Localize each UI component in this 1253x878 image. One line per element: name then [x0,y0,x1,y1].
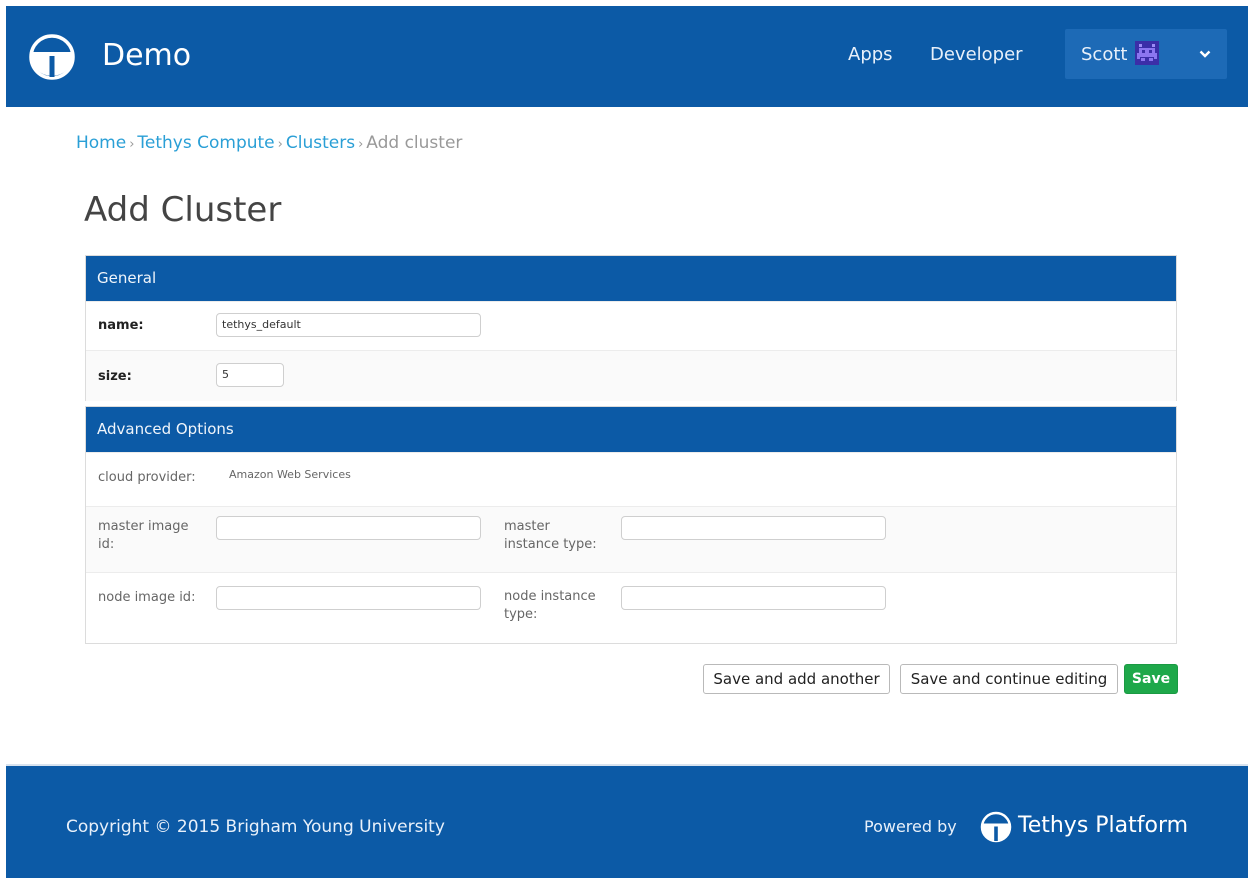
master-row: master image id: master instance type: [86,506,1176,572]
node-row: node image id: node instance type: [86,572,1176,643]
general-heading: General [86,256,1176,301]
master-image-id-label-line-2: id: [98,537,115,552]
save-and-add-another-button[interactable]: Save and add another [703,664,890,694]
node-image-id-input[interactable] [216,586,481,610]
node-instance-type-label-line-2: type: [504,607,538,622]
master-instance-type-input[interactable] [621,516,886,540]
save-and-continue-editing-button[interactable]: Save and continue editing [900,664,1118,694]
breadcrumb: Home › Tethys Compute › Clusters › Add cluster [76,133,462,155]
space-invader-avatar-icon [1135,41,1159,65]
size-label: size: [98,369,132,384]
app-title[interactable]: Demo [102,36,191,76]
tethys-platform-link[interactable]: Tethys Platform [1018,812,1188,840]
size-input[interactable]: 5 [216,363,284,387]
powered-by-text: Powered by [864,817,957,836]
master-instance-type-label: master instance type: [504,518,597,554]
advanced-options-fieldset: Advanced Options cloud provider: Amazon … [85,406,1177,644]
advanced-options-heading[interactable]: Advanced Options [86,407,1176,452]
master-image-id-label: master image id: [98,518,188,554]
master-image-id-input[interactable] [216,516,481,540]
page: Demo Apps Developer Scott Home › Tethys … [6,6,1248,878]
breadcrumb-compute-link[interactable]: Tethys Compute [137,133,274,153]
breadcrumb-current: Add cluster [366,133,463,153]
node-instance-type-label-line-1: node instance [504,589,596,604]
general-fieldset: General name: tethys_default size: 5 [85,255,1177,401]
cloud-provider-row: cloud provider: Amazon Web Services [86,452,1176,506]
copyright-text: Copyright © 2015 Brigham Young Universit… [66,817,445,837]
page-title: Add Cluster [84,190,282,230]
save-button[interactable]: Save [1124,664,1178,694]
breadcrumb-separator: › [358,137,364,152]
user-menu-button[interactable]: Scott [1065,29,1227,79]
user-name: Scott [1081,44,1128,65]
master-image-id-label-line-1: master image [98,519,189,534]
footer: Copyright © 2015 Brigham Young Universit… [6,764,1248,878]
breadcrumb-home-link[interactable]: Home [76,133,126,153]
cloud-provider-value: Amazon Web Services [229,468,351,481]
breadcrumb-separator: › [277,137,283,152]
tethys-logo-icon[interactable] [28,33,76,81]
name-row: name: tethys_default [86,301,1176,350]
name-label: name: [98,318,144,333]
name-input[interactable]: tethys_default [216,313,481,337]
size-row: size: 5 [86,350,1176,401]
breadcrumb-separator: › [129,137,135,152]
tethys-platform-logo-icon [980,811,1012,843]
chevron-down-icon [1199,50,1211,58]
node-image-id-label: node image id: [98,590,196,605]
node-instance-type-label: node instance type: [504,588,596,624]
master-instance-type-label-line-1: master [504,519,550,534]
cloud-provider-label: cloud provider: [98,470,196,485]
breadcrumb-clusters-link[interactable]: Clusters [286,133,355,153]
nav-developer-link[interactable]: Developer [930,44,1023,66]
top-navbar: Demo Apps Developer Scott [6,6,1248,107]
master-instance-type-label-line-2: instance type: [504,537,597,552]
nav-apps-link[interactable]: Apps [848,44,893,66]
node-instance-type-input[interactable] [621,586,886,610]
